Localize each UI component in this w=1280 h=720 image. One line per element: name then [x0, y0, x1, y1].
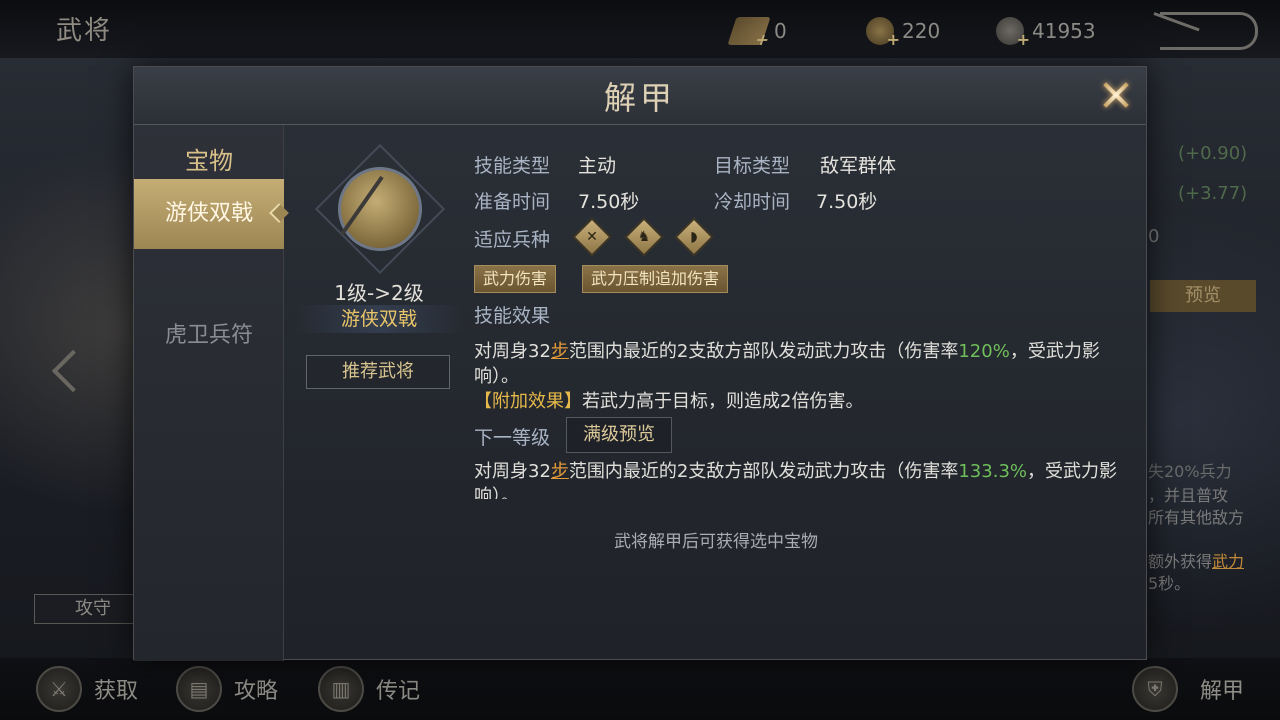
recommend-general-button[interactable]: 推荐武将 — [306, 355, 450, 389]
target-type-value: 敌军群体 — [820, 155, 897, 177]
target-type-label: 目标类型 — [714, 155, 791, 177]
disarm-dialog: 解甲 宝物 游侠双戟 虎卫兵符 1级->2级 游侠双戟 推荐武将 技能类型 主动… — [133, 66, 1147, 661]
armor-icon: ⛨ — [1132, 666, 1178, 712]
skill-type-label: 技能类型 — [474, 155, 551, 177]
tab-huwei-bingfu[interactable]: 虎卫兵符 — [134, 317, 284, 349]
max-level-preview-button[interactable]: 满级预览 — [566, 417, 672, 453]
bow-icon: ◗ — [674, 217, 714, 257]
crossed-spears-icon: ✕ — [572, 217, 612, 257]
range-step-link[interactable]: 步 — [551, 341, 569, 362]
cooldown-value: 7.50秒 — [816, 191, 878, 213]
side-text-4: 额外获得武力 — [1148, 552, 1245, 571]
scroll-count: 0 — [774, 19, 787, 43]
side-text-3: 所有其他敌方 — [1148, 508, 1245, 527]
tab-list-header: 宝物 — [185, 147, 233, 175]
scroll-icon: + — [727, 17, 772, 49]
halberd-icon — [314, 143, 446, 275]
horse-icon: ♞ — [624, 217, 664, 257]
stat-bonus-1: (+0.90) — [1178, 143, 1248, 164]
copper-coin-resource[interactable]: + 220 — [866, 16, 941, 49]
skill-effect-description: 对周身32步范围内最近的2支敌方部队发动武力攻击（伤害率120%，受武力影响）。… — [474, 341, 1100, 412]
nav-guide[interactable]: ▤ 攻略 — [176, 666, 278, 712]
dialog-title: 解甲 — [603, 79, 676, 117]
prep-time-value: 7.50秒 — [578, 191, 640, 213]
skill-effect-label: 技能效果 — [474, 305, 551, 327]
stat-bonus-2: (+3.77) — [1178, 183, 1248, 204]
treasure-name: 游侠双戟 — [294, 305, 464, 333]
scroll-icon: ▤ — [176, 666, 222, 712]
preview-button[interactable]: 预览 — [1150, 280, 1256, 312]
nav-obtain-label: 获取 — [94, 679, 139, 704]
silver-coin-count: 41953 — [1032, 19, 1096, 43]
side-text-5: 5秒。 — [1148, 574, 1191, 593]
disarm-hint: 武将解甲后可获得选中宝物 — [614, 532, 818, 552]
nav-disarm[interactable]: ⛨ 解甲 — [1132, 666, 1244, 712]
scroll-resource[interactable]: + 0 — [727, 16, 787, 49]
copper-coin-count: 220 — [902, 19, 941, 43]
stat-value: 0 — [1148, 226, 1160, 247]
nav-biography[interactable]: ▥ 传记 — [318, 666, 420, 712]
crossed-swords-icon: ⚔ — [36, 666, 82, 712]
side-text-1: 失20%兵力 — [1148, 462, 1232, 481]
next-level-label: 下一等级 — [474, 427, 551, 449]
close-icon[interactable] — [1096, 75, 1136, 115]
troop-type-label: 适应兵种 — [474, 229, 551, 251]
silver-coin-icon: + — [996, 17, 1030, 49]
copper-coin-icon: + — [866, 17, 900, 49]
treasure-tab-list: 宝物 游侠双戟 虎卫兵符 — [134, 125, 284, 661]
next-level-description: 对周身32步范围内最近的2支敌方部队发动武力攻击（伤害率133.3%，受武力影响… — [474, 461, 1117, 499]
skill-type-value: 主动 — [578, 155, 617, 177]
side-text-2: ，并且普攻 — [1148, 486, 1229, 505]
cooldown-label: 冷却时间 — [714, 191, 791, 213]
page-title: 武将 — [56, 16, 113, 46]
prep-time-label: 准备时间 — [474, 191, 551, 213]
back-button[interactable] — [1160, 12, 1258, 50]
nav-biography-label: 传记 — [376, 679, 421, 704]
tag-suppress-bonus-damage: 武力压制追加伤害 — [582, 265, 729, 293]
next-range-step-link[interactable]: 步 — [551, 461, 569, 482]
nav-guide-label: 攻略 — [234, 679, 279, 704]
nav-obtain[interactable]: ⚔ 获取 — [36, 666, 138, 712]
tag-martial-damage: 武力伤害 — [474, 265, 557, 293]
tab-youxia-shuangji[interactable]: 游侠双戟 — [134, 179, 284, 249]
silver-coin-resource[interactable]: + 41953 — [996, 16, 1096, 49]
book-icon: ▥ — [318, 666, 364, 712]
treasure-level: 1级->2级 — [334, 281, 424, 305]
nav-disarm-label: 解甲 — [1200, 679, 1245, 704]
